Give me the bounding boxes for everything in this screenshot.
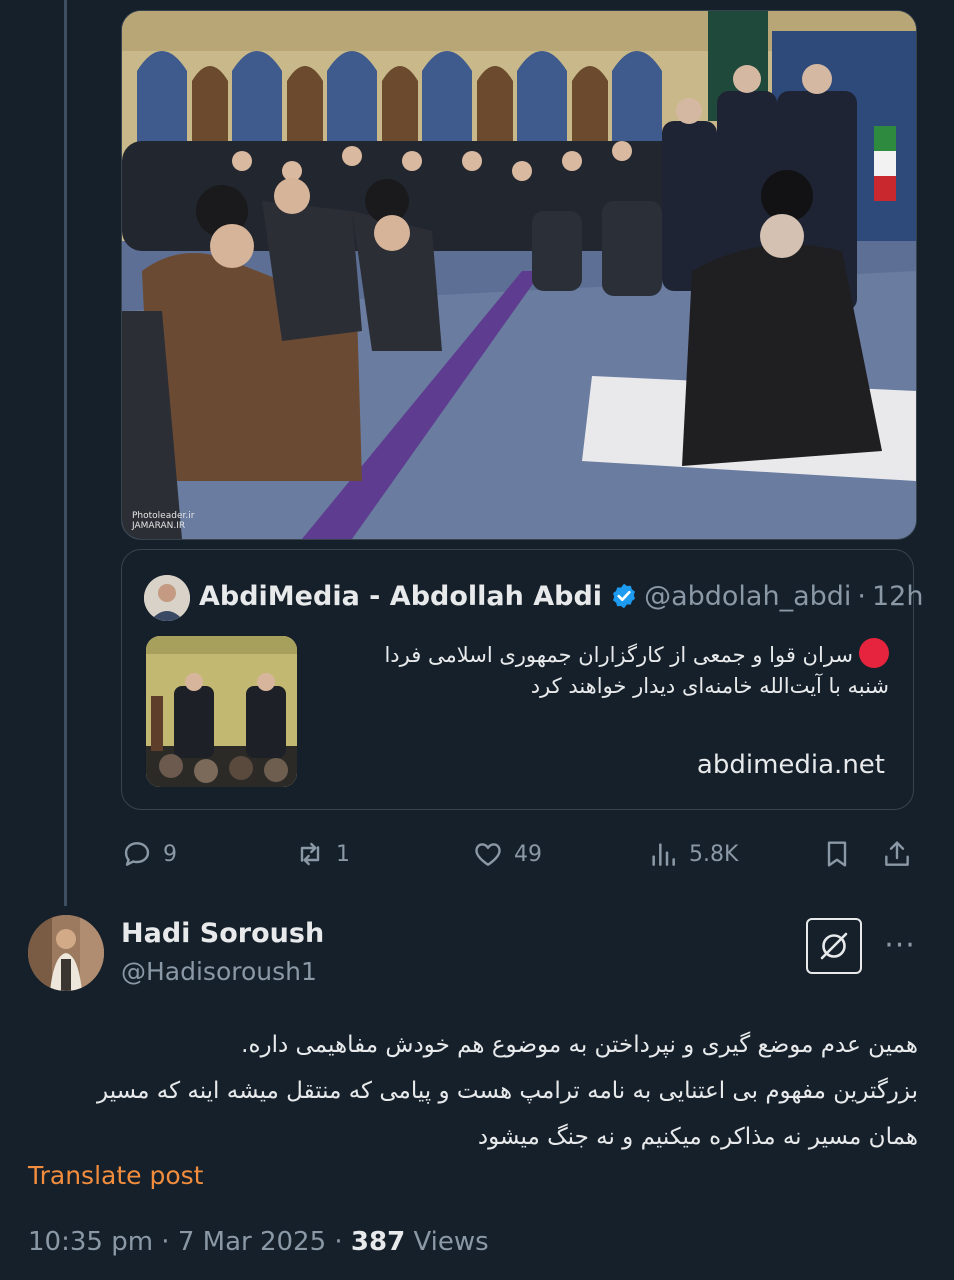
grok-button[interactable] <box>806 918 862 974</box>
quoted-tweet-text: سران قوا و جمعی از کارگزاران جمهوری اسلا… <box>329 638 889 702</box>
tweet-body-text: همین عدم موضع گیری و نپرداختن به موضوع ه… <box>28 1022 918 1160</box>
author-name[interactable]: Hadi Soroush <box>121 918 324 949</box>
tweet-text-line: همین عدم موضع گیری و نپرداختن به موضوع ه… <box>241 1032 918 1058</box>
quoted-tweet-link[interactable]: abdimedia.net <box>697 750 885 780</box>
like-button[interactable]: 49 <box>472 832 542 876</box>
quoted-text-line: شنبه با آیت‌الله خامنه‌ای دیدار خواهند ک… <box>530 674 889 698</box>
quoted-tweet-time[interactable]: 12h <box>872 581 923 612</box>
views-button[interactable]: 5.8K <box>647 832 738 876</box>
watermark-line: Photoleader.ir <box>132 511 195 521</box>
quoted-author-name[interactable]: AbdiMedia - Abdollah Abdi <box>199 581 602 612</box>
quoted-text-line: سران قوا و جمعی از کارگزاران جمهوری اسلا… <box>329 638 889 671</box>
translate-post-link[interactable]: Translate post <box>28 1161 203 1190</box>
view-count: 5.8K <box>689 841 739 867</box>
tweet-text-line: همان مسیر نه مذاکره میکنیم و نه جنگ میشو… <box>477 1124 918 1150</box>
repost-icon <box>300 842 320 866</box>
bookmark-icon <box>827 841 847 867</box>
tweet-photo[interactable]: Photoleader.ir JAMARAN.IR <box>121 10 917 540</box>
tweet-meta: 10:35 pm · 7 Mar 2025 · 387 Views <box>28 1227 489 1257</box>
quoted-author-handle[interactable]: @abdolah_abdi <box>644 581 851 612</box>
quoted-tweet-card[interactable]: AbdiMedia - Abdollah Abdi @abdolah_abdi … <box>121 549 923 810</box>
reply-button[interactable]: 9 <box>121 832 177 876</box>
quoted-tweet-header: AbdiMedia - Abdollah Abdi @abdolah_abdi … <box>199 578 923 614</box>
thread-connector-line <box>64 0 67 906</box>
red-circle-icon <box>859 638 889 668</box>
author-handle[interactable]: @Hadisoroush1 <box>121 957 317 986</box>
bookmark-button[interactable] <box>821 832 863 876</box>
quoted-author-avatar[interactable] <box>144 575 190 621</box>
analytics-icon <box>652 843 675 866</box>
separator-dot: · <box>857 580 866 612</box>
grok-icon <box>820 932 848 960</box>
author-avatar[interactable] <box>28 915 104 991</box>
share-button[interactable] <box>881 832 923 876</box>
avatar-image <box>144 575 190 621</box>
more-options-button[interactable]: ··· <box>880 925 920 965</box>
repost-button[interactable]: 1 <box>294 832 350 876</box>
tweet-action-bar: 9 1 49 5.8K <box>121 832 921 876</box>
quoted-text-span: سران قوا و جمعی از کارگزاران جمهوری اسلا… <box>384 643 853 667</box>
photo-scene <box>122 11 916 539</box>
thumbnail-image <box>146 636 297 787</box>
verified-badge-icon <box>613 583 636 609</box>
reply-count: 9 <box>163 841 177 867</box>
tweet-view-count: 387 <box>350 1227 406 1257</box>
avatar-image <box>28 915 104 991</box>
like-count: 49 <box>514 841 542 867</box>
repost-count: 1 <box>336 841 350 867</box>
views-label: Views <box>413 1227 489 1257</box>
separator-dot: · <box>161 1227 170 1257</box>
quoted-tweet-thumbnail[interactable] <box>146 636 297 787</box>
heart-icon <box>475 843 501 866</box>
tweet-time[interactable]: 10:35 pm <box>28 1227 153 1257</box>
comment-icon <box>124 842 150 866</box>
share-icon <box>885 841 909 866</box>
tweet-text-line: بزرگترین مفهوم بی اعتنایی به نامه ترامپ … <box>97 1078 918 1104</box>
photo-watermark: Photoleader.ir JAMARAN.IR <box>132 511 194 531</box>
separator-dot: · <box>334 1227 343 1257</box>
watermark-line: JAMARAN.IR <box>132 521 186 531</box>
tweet-date[interactable]: 7 Mar 2025 <box>178 1227 326 1257</box>
